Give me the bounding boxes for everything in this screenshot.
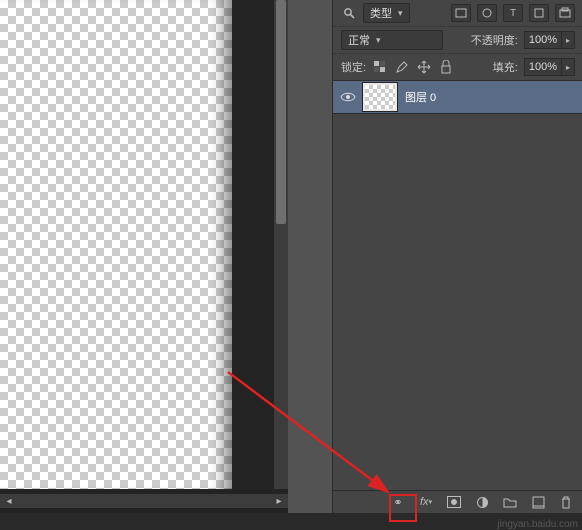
blend-row: 正常 ▾ 不透明度: 100% ▸ [333, 27, 582, 54]
filter-pixel-icon[interactable] [451, 4, 471, 22]
filter-type-t-icon[interactable]: T [503, 4, 523, 22]
blend-mode-value: 正常 [348, 32, 370, 48]
panel-footer: ⚭ fx▾ [333, 490, 582, 513]
lock-all-icon[interactable] [438, 59, 454, 75]
watermark: jingyan.baidu.com [497, 519, 578, 530]
vertical-scrollbar[interactable] [274, 0, 288, 489]
filter-type-label: 类型 [370, 5, 392, 21]
chevron-down-icon: ▾ [398, 8, 403, 19]
opacity-value: 100% [524, 31, 562, 49]
layer-list: 图层 0 [333, 80, 582, 491]
canvas-checker[interactable] [0, 0, 232, 489]
fill-slider-icon[interactable]: ▸ [562, 58, 575, 76]
lock-label: 锁定: [341, 59, 366, 75]
filter-type-select[interactable]: 类型 ▾ [363, 3, 410, 23]
layer-thumbnail[interactable] [363, 83, 397, 111]
trash-icon[interactable] [557, 494, 575, 510]
chevron-down-icon: ▾ [376, 35, 381, 46]
hscroll-left-icon[interactable]: ◂ [4, 496, 14, 506]
layer-row[interactable]: 图层 0 [333, 80, 582, 114]
group-icon[interactable] [501, 494, 519, 510]
blend-mode-select[interactable]: 正常 ▾ [341, 30, 443, 50]
lock-move-icon[interactable] [416, 59, 432, 75]
layers-panel: 类型 ▾ T 正常 ▾ 不透明度: 100% ▸ 锁定: [332, 0, 582, 513]
fill-value: 100% [524, 58, 562, 76]
filter-row: 类型 ▾ T [333, 0, 582, 27]
adjustment-layer-icon[interactable] [473, 494, 491, 510]
vertical-scroll-thumb[interactable] [276, 0, 286, 224]
opacity-field[interactable]: 100% ▸ [524, 31, 575, 49]
add-mask-icon[interactable] [445, 494, 463, 510]
lock-row: 锁定: 填充: 100% ▸ [333, 54, 582, 81]
filter-adjust-icon[interactable] [477, 4, 497, 22]
hscroll-right-icon[interactable]: ▸ [274, 496, 284, 506]
panel-gutter [288, 0, 332, 513]
horizontal-scrollbar[interactable]: ◂ ▸ [0, 494, 288, 508]
search-icon [341, 5, 357, 21]
link-layers-icon[interactable]: ⚭ [389, 494, 407, 510]
lock-transparent-icon[interactable] [372, 59, 388, 75]
opacity-label: 不透明度: [471, 32, 518, 48]
fill-label: 填充: [493, 59, 518, 75]
fx-icon[interactable]: fx▾ [417, 494, 435, 510]
filter-smart-icon[interactable] [555, 4, 575, 22]
fill-field[interactable]: 100% ▸ [524, 58, 575, 76]
app-bottom-strip [0, 513, 582, 530]
new-layer-icon[interactable] [529, 494, 547, 510]
filter-shape-icon[interactable] [529, 4, 549, 22]
layer-name[interactable]: 图层 0 [405, 89, 436, 105]
visibility-eye-icon[interactable] [333, 91, 363, 103]
opacity-slider-icon[interactable]: ▸ [562, 31, 575, 49]
lock-brush-icon[interactable] [394, 59, 410, 75]
document-area: ◂ ▸ [0, 0, 288, 513]
